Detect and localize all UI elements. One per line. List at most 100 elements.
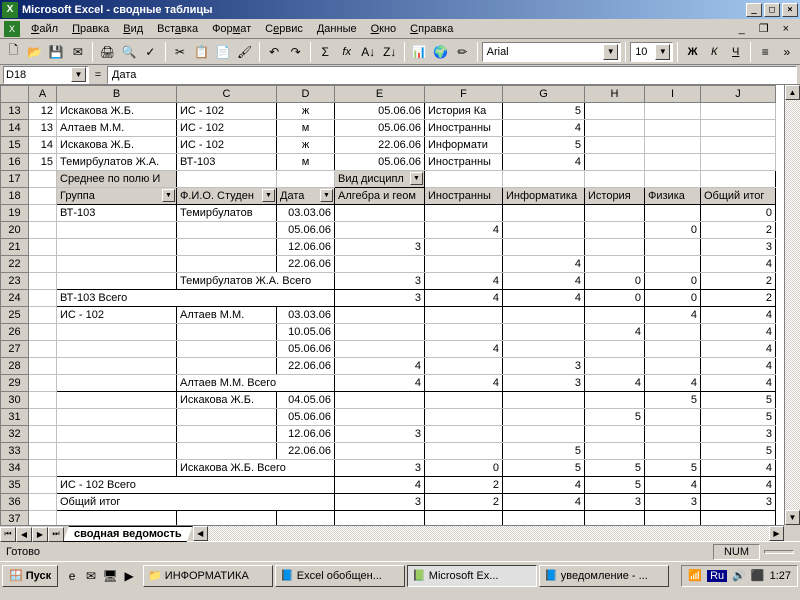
cell[interactable]	[503, 171, 585, 188]
cell[interactable]	[585, 443, 645, 460]
cell[interactable]: 5	[645, 460, 701, 477]
cell[interactable]	[645, 171, 701, 188]
tray-app-icon[interactable]: ⬛	[751, 569, 765, 582]
open-icon[interactable]: 📂	[25, 41, 46, 63]
cell[interactable]: 5	[503, 460, 585, 477]
cell[interactable]: 4	[335, 477, 425, 494]
cell[interactable]	[29, 341, 57, 358]
cell[interactable]	[585, 120, 645, 137]
col-header-B[interactable]: B	[57, 86, 177, 103]
cell[interactable]	[57, 409, 177, 426]
row-header[interactable]: 15	[1, 137, 29, 154]
cell[interactable]	[335, 307, 425, 324]
cell[interactable]	[335, 511, 425, 526]
cell[interactable]	[335, 324, 425, 341]
cell[interactable]	[425, 511, 503, 526]
cell[interactable]: 0	[425, 460, 503, 477]
cell[interactable]: Информатика	[503, 188, 585, 205]
cell[interactable]: 2	[701, 273, 776, 290]
cell[interactable]: 04.05.06	[277, 392, 335, 409]
row-header[interactable]: 29	[1, 375, 29, 392]
cell[interactable]	[29, 273, 57, 290]
cell[interactable]	[585, 256, 645, 273]
cell[interactable]	[645, 426, 701, 443]
scroll-left-icon[interactable]: ◀	[193, 526, 208, 541]
col-header-G[interactable]: G	[503, 86, 585, 103]
cell[interactable]	[335, 256, 425, 273]
cell[interactable]	[335, 443, 425, 460]
cell[interactable]: ИС - 102	[177, 103, 277, 120]
cell[interactable]: История	[585, 188, 645, 205]
cell[interactable]: 4	[701, 324, 776, 341]
ql-mail-icon[interactable]: ✉	[82, 567, 100, 585]
cell[interactable]: 03.03.06	[277, 205, 335, 222]
formula-input[interactable]: Дата	[107, 66, 797, 84]
pivot-dropdown[interactable]: ▼	[410, 172, 423, 185]
cell[interactable]	[645, 324, 701, 341]
taskbar-button[interactable]: 📘уведомление - ...	[539, 565, 669, 587]
cell[interactable]: Иностранны	[425, 154, 503, 171]
cell[interactable]	[701, 171, 776, 188]
cell[interactable]	[645, 120, 701, 137]
cell[interactable]: 03.03.06	[277, 307, 335, 324]
pivot-dropdown[interactable]: ▼	[262, 189, 275, 202]
cell[interactable]: 5	[585, 460, 645, 477]
col-header-J[interactable]: J	[701, 86, 776, 103]
cell[interactable]	[177, 443, 277, 460]
name-box[interactable]: D18 ▼	[3, 66, 89, 84]
cell[interactable]: Алтаев М.М.	[57, 120, 177, 137]
undo-icon[interactable]: ↶	[264, 41, 285, 63]
cell[interactable]: Темирбулатов Ж.А. Всего	[177, 273, 335, 290]
cell[interactable]	[585, 239, 645, 256]
cell[interactable]	[585, 222, 645, 239]
menu-data[interactable]: Данные	[310, 21, 364, 37]
sum-icon[interactable]: Σ	[315, 41, 336, 63]
row-header[interactable]: 23	[1, 273, 29, 290]
cell[interactable]	[177, 358, 277, 375]
taskbar-button[interactable]: 📘Excel обобщен...	[275, 565, 405, 587]
cell[interactable]	[57, 443, 177, 460]
cell[interactable]: 5	[503, 103, 585, 120]
map-icon[interactable]: 🌍	[431, 41, 452, 63]
cell[interactable]: 4	[503, 477, 585, 494]
cell[interactable]	[277, 171, 335, 188]
cell[interactable]: Группа▼	[57, 188, 177, 205]
cell[interactable]	[335, 409, 425, 426]
cell[interactable]: 4	[503, 120, 585, 137]
redo-icon[interactable]: ↷	[285, 41, 306, 63]
cell[interactable]: 5	[503, 137, 585, 154]
cell[interactable]	[29, 426, 57, 443]
cell[interactable]	[645, 511, 701, 526]
cell[interactable]	[503, 392, 585, 409]
close-button[interactable]: ×	[782, 3, 798, 17]
cell[interactable]: ВТ-103	[57, 205, 177, 222]
col-header-I[interactable]: I	[645, 86, 701, 103]
cell[interactable]: История Ка	[425, 103, 503, 120]
cell[interactable]: 05.06.06	[277, 222, 335, 239]
cell[interactable]: 4	[503, 273, 585, 290]
maximize-button[interactable]: □	[764, 3, 780, 17]
scroll-right-icon[interactable]: ▶	[769, 526, 784, 541]
horizontal-scrollbar[interactable]: ◀ ▶	[193, 526, 784, 541]
chart-icon[interactable]: 📊	[409, 41, 430, 63]
cell[interactable]: 5	[701, 392, 776, 409]
cell[interactable]: 22.06.06	[335, 137, 425, 154]
cell[interactable]	[425, 426, 503, 443]
row-header[interactable]: 37	[1, 511, 29, 526]
cell[interactable]	[29, 171, 57, 188]
cell[interactable]	[177, 222, 277, 239]
cell[interactable]: 4	[701, 375, 776, 392]
menu-edit[interactable]: Правка	[65, 21, 116, 37]
menu-view[interactable]: Вид	[116, 21, 150, 37]
cell[interactable]: Алтаев М.М. Всего	[177, 375, 335, 392]
start-button[interactable]: 🪟 Пуск	[2, 565, 58, 587]
cell[interactable]: 3	[701, 426, 776, 443]
paste-icon[interactable]: 📄	[213, 41, 234, 63]
row-header[interactable]: 35	[1, 477, 29, 494]
cell[interactable]	[177, 341, 277, 358]
cell[interactable]	[29, 290, 57, 307]
cell[interactable]	[425, 409, 503, 426]
cell[interactable]: ВТ-103 Всего	[57, 290, 335, 307]
cell[interactable]	[57, 341, 177, 358]
taskbar-button[interactable]: 📁ИНФОРМАТИКА	[143, 565, 273, 587]
